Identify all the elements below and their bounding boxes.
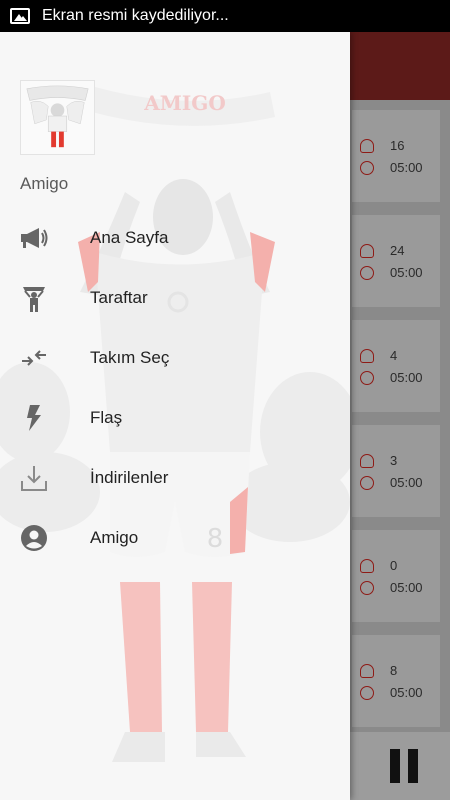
status-notification-text: Ekran resmi kaydediliyor...: [42, 7, 229, 24]
team-logo: [20, 80, 95, 155]
headset-icon: [360, 243, 374, 258]
menu-item-label: Takım Seç: [90, 348, 170, 367]
flash-icon: [18, 402, 50, 434]
menu-item-label: Flaş: [90, 408, 123, 427]
download-icon: [18, 462, 50, 494]
clock-icon: [360, 685, 374, 700]
account-circle-icon: [18, 522, 50, 554]
clock-icon: [360, 265, 374, 280]
headset-icon: [360, 558, 374, 573]
image-icon: [10, 8, 30, 24]
list-item-count: 24: [390, 243, 405, 258]
list-item-count: 4: [390, 348, 398, 363]
list-item[interactable]: 8 05:00: [352, 635, 440, 727]
fan-icon: [18, 282, 50, 314]
headset-icon: [360, 453, 374, 468]
list-item-duration: 05:00: [390, 580, 423, 595]
menu-item-label: Amigo: [90, 528, 139, 547]
menu-item-indirilenler[interactable]: İndirilenler: [0, 448, 350, 508]
headset-icon: [360, 663, 374, 678]
list-item[interactable]: 4 05:00: [352, 320, 440, 412]
list-item[interactable]: 0 05:00: [352, 530, 440, 622]
megaphone-icon: [18, 222, 50, 254]
list-item-duration: 05:00: [390, 160, 423, 175]
menu-item-flas[interactable]: Flaş: [0, 388, 350, 448]
menu-item-taraftar[interactable]: Taraftar: [0, 268, 350, 328]
clock-icon: [360, 370, 374, 385]
menu-item-label: Taraftar: [90, 288, 148, 307]
status-bar: Ekran resmi kaydediliyor...: [0, 0, 450, 32]
drawer-username: Amigo: [20, 174, 69, 193]
menu-item-label: Ana Sayfa: [90, 228, 169, 247]
banner-text: AMIGO: [143, 91, 226, 115]
list-item[interactable]: 24 05:00: [352, 215, 440, 307]
list-item-count: 0: [390, 558, 398, 573]
list-item-duration: 05:00: [390, 370, 423, 385]
player-bar: [350, 732, 450, 800]
clock-icon: [360, 580, 374, 595]
menu-item-label: İndirilenler: [90, 468, 169, 487]
pause-icon[interactable]: [388, 732, 422, 800]
list-item-count: 3: [390, 453, 398, 468]
menu-item-takim-sec[interactable]: Takım Seç: [0, 328, 350, 388]
menu-item-ana-sayfa[interactable]: Ana Sayfa: [0, 208, 350, 268]
menu-item-amigo[interactable]: Amigo: [0, 508, 350, 568]
navigation-drawer: AMIGO 8 Amigo Ana Sayfa Taraftar Takım S…: [0, 32, 350, 800]
list-item-duration: 05:00: [390, 265, 423, 280]
list-item[interactable]: 3 05:00: [352, 425, 440, 517]
swap-arrows-icon: [18, 342, 50, 374]
headset-icon: [360, 348, 374, 363]
headset-icon: [360, 138, 374, 153]
list-item-duration: 05:00: [390, 685, 423, 700]
clock-icon: [360, 475, 374, 490]
list-item-count: 8: [390, 663, 398, 678]
list-item-count: 16: [390, 138, 405, 153]
list-item-duration: 05:00: [390, 475, 423, 490]
clock-icon: [360, 160, 374, 175]
list-item[interactable]: 16 05:00: [352, 110, 440, 202]
